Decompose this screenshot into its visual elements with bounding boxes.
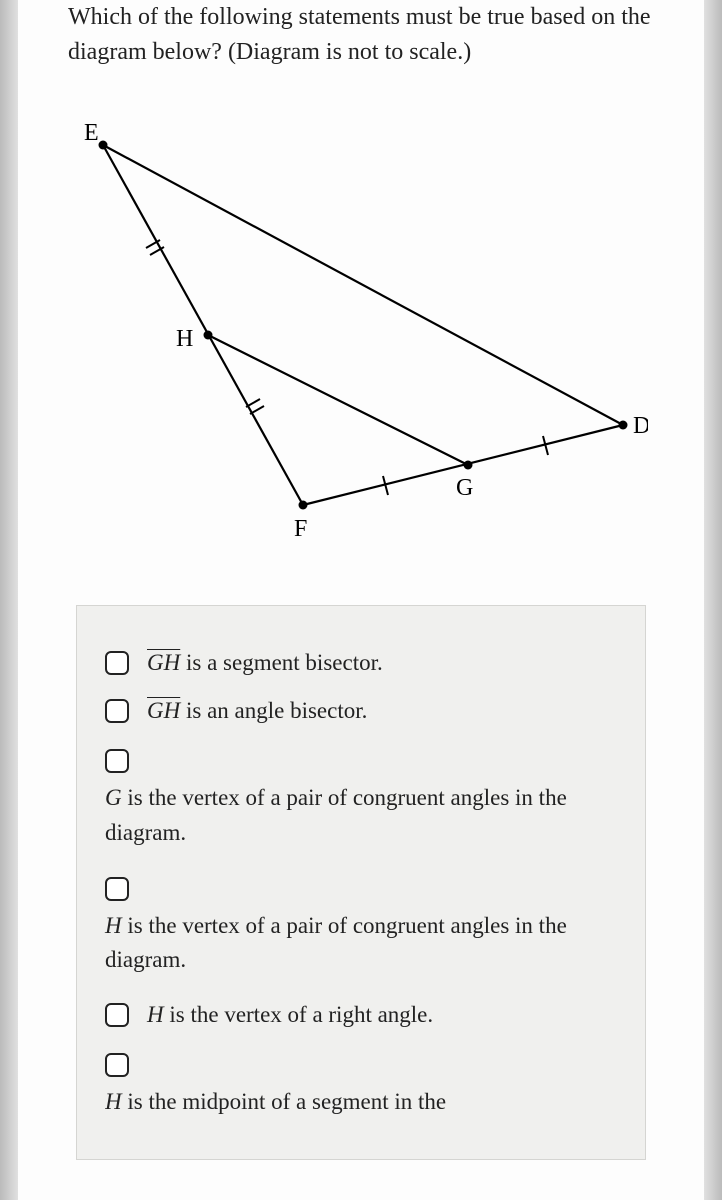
checkbox-f[interactable] (105, 1053, 129, 1077)
checkbox-a[interactable] (105, 651, 129, 675)
option-e: H is the vertex of a right angle. (105, 998, 617, 1033)
option-a-text: GH is a segment bisector. (147, 646, 383, 681)
checkbox-e[interactable] (105, 1003, 129, 1027)
label-D: D (633, 413, 648, 439)
label-H: H (176, 326, 193, 352)
option-e-text: H is the vertex of a right angle. (147, 998, 433, 1033)
option-c: G is the vertex of a pair of congruent a… (105, 743, 617, 851)
geometry-diagram: E H F G D (68, 100, 654, 565)
option-d-text: H is the vertex of a pair of congruent a… (105, 909, 617, 978)
option-b-text: GH is an angle bisector. (147, 694, 367, 729)
label-E: E (84, 120, 99, 146)
option-d: H is the vertex of a pair of congruent a… (105, 870, 617, 978)
checkbox-c[interactable] (105, 749, 129, 773)
option-f: H is the midpoint of a segment in the (105, 1046, 617, 1119)
label-F: F (294, 516, 307, 542)
option-a: GH is a segment bisector. (105, 646, 617, 681)
checkbox-d[interactable] (105, 877, 129, 901)
option-f-text: H is the midpoint of a segment in the (105, 1085, 617, 1120)
option-c-text: G is the vertex of a pair of congruent a… (105, 781, 617, 850)
answer-options: GH is a segment bisector. GH is an angle… (76, 605, 646, 1161)
label-G: G (456, 475, 473, 501)
question-text: Which of the following statements must b… (68, 0, 654, 70)
option-b: GH is an angle bisector. (105, 694, 617, 729)
checkbox-b[interactable] (105, 699, 129, 723)
